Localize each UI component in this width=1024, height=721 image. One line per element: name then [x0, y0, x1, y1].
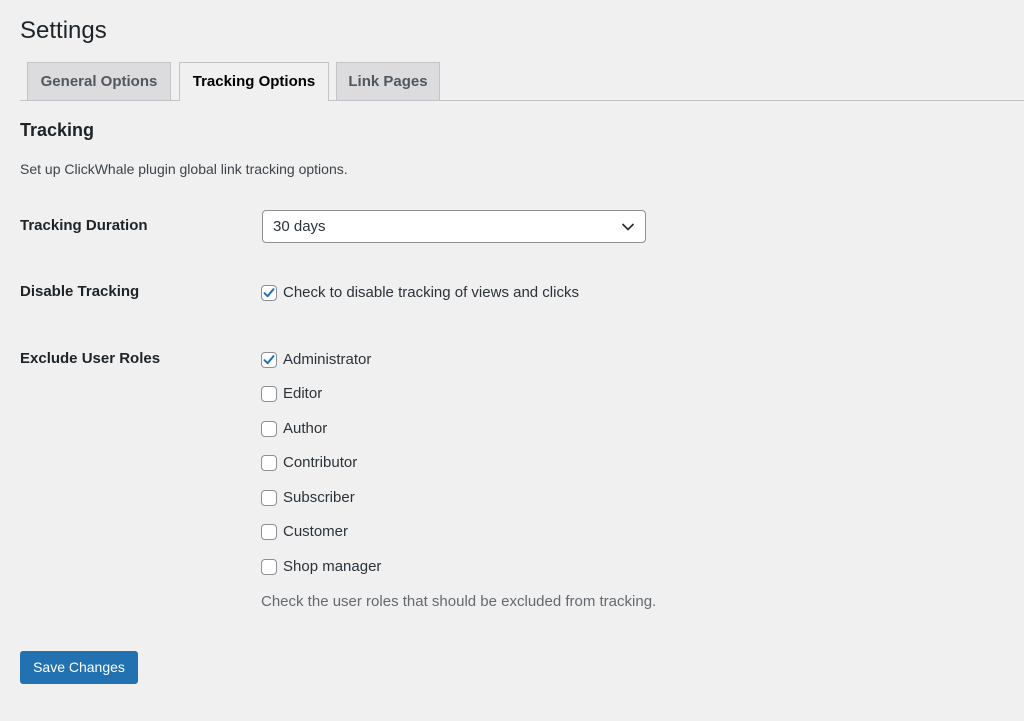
disable-tracking-checkbox-label: Check to disable tracking of views and c… — [283, 284, 579, 301]
tracking-duration-select[interactable]: 30 days — [262, 210, 646, 243]
exclude-user-roles-label: Exclude User Roles — [20, 350, 161, 367]
role-checkbox-administrator[interactable] — [261, 352, 277, 368]
tracking-duration-value: 30 days — [273, 218, 326, 235]
disable-tracking-label: Disable Tracking — [20, 283, 140, 300]
role-label-customer: Customer — [283, 523, 349, 540]
page-title: Settings — [20, 17, 107, 44]
tabs-divider — [20, 100, 1024, 101]
role-checkbox-customer[interactable] — [261, 524, 277, 540]
chevron-down-icon — [622, 223, 634, 231]
checkmark-icon — [263, 355, 275, 365]
save-changes-button[interactable]: Save Changes — [20, 651, 138, 684]
role-option-contributor[interactable]: Contributor — [261, 453, 357, 473]
checkmark-icon — [263, 288, 275, 298]
tab-tracking-options[interactable]: Tracking Options — [179, 62, 329, 101]
role-option-subscriber[interactable]: Subscriber — [261, 488, 355, 508]
section-description: Set up ClickWhale plugin global link tra… — [20, 161, 348, 177]
role-option-customer[interactable]: Customer — [261, 522, 348, 542]
disable-tracking-checkbox[interactable] — [261, 285, 277, 301]
role-checkbox-editor[interactable] — [261, 386, 277, 402]
exclude-roles-help-text: Check the user roles that should be excl… — [261, 593, 657, 610]
role-option-administrator[interactable]: Administrator — [261, 350, 371, 370]
role-checkbox-subscriber[interactable] — [261, 490, 277, 506]
tab-link-pages[interactable]: Link Pages — [336, 62, 440, 100]
role-option-shop-manager[interactable]: Shop manager — [261, 557, 381, 577]
role-label-subscriber: Subscriber — [283, 489, 355, 506]
role-label-contributor: Contributor — [283, 454, 358, 471]
role-checkbox-shop-manager[interactable] — [261, 559, 277, 575]
section-heading: Tracking — [20, 120, 95, 140]
role-option-author[interactable]: Author — [261, 419, 327, 439]
tracking-duration-label: Tracking Duration — [20, 217, 148, 234]
role-checkbox-contributor[interactable] — [261, 455, 277, 471]
role-label-administrator: Administrator — [283, 351, 372, 368]
role-label-editor: Editor — [283, 385, 323, 402]
tab-general-options[interactable]: General Options — [27, 62, 171, 100]
role-option-editor[interactable]: Editor — [261, 384, 322, 404]
settings-page: Settings General Options Tracking Option… — [0, 0, 1024, 721]
disable-tracking-option[interactable]: Check to disable tracking of views and c… — [261, 283, 579, 303]
role-checkbox-author[interactable] — [261, 421, 277, 437]
role-label-shop-manager: Shop manager — [283, 558, 382, 575]
role-label-author: Author — [283, 420, 328, 437]
